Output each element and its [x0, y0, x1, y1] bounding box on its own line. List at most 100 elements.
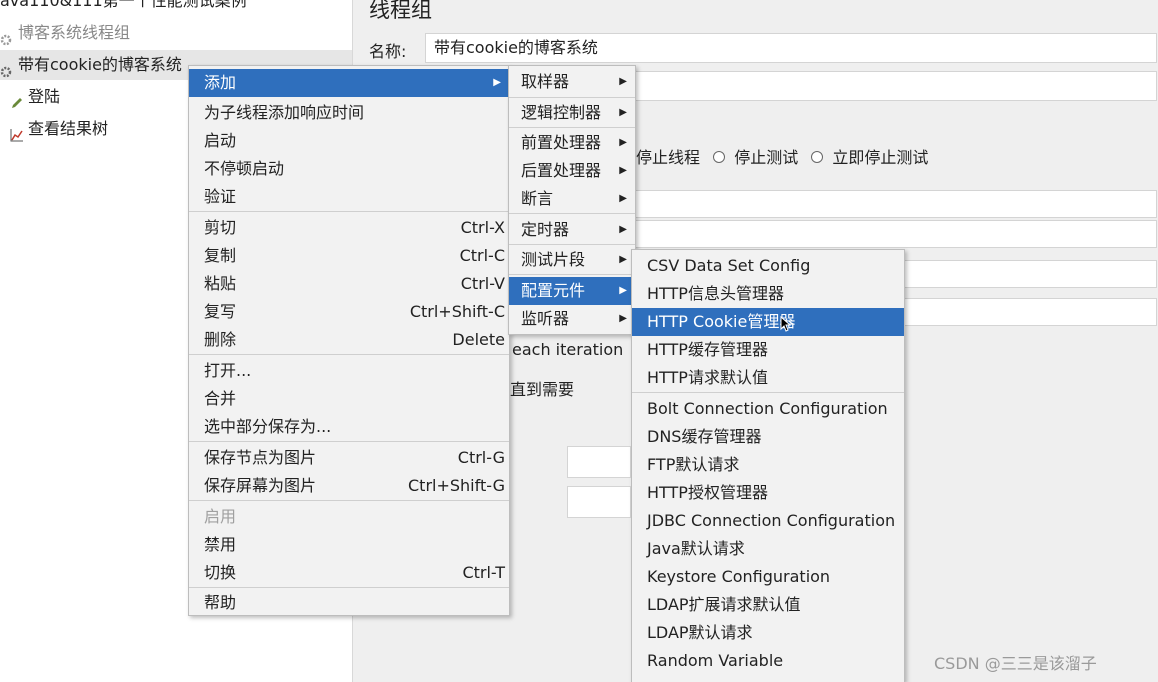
config-item-ldap-extended-defaults[interactable]: LDAP扩展请求默认值 [632, 591, 904, 619]
config-item-dns-cache-manager[interactable]: DNS缓存管理器 [632, 423, 904, 451]
menu-item-label: DNS缓存管理器 [647, 427, 762, 446]
menu-item-open[interactable]: 打开... [189, 357, 509, 385]
chevron-right-icon: ▶ [493, 77, 501, 88]
duration-field[interactable] [567, 446, 631, 478]
menu-item-label: HTTP请求默认值 [647, 368, 768, 387]
tree-item-blog-thread-group[interactable]: 博客系统线程组 [0, 18, 130, 48]
config-element-submenu: CSV Data Set Config HTTP信息头管理器 HTTP Cook… [631, 249, 905, 682]
menu-item-shortcut: Ctrl-T [462, 563, 505, 582]
chevron-right-icon: ▶ [619, 285, 627, 296]
menu-item-label: 前置处理器 [521, 133, 602, 152]
submenu-item-post-processor[interactable]: 后置处理器 ▶ [509, 157, 635, 185]
menu-item-duplicate[interactable]: 复写 Ctrl+Shift-C [189, 298, 509, 326]
menu-item-label: 启用 [204, 507, 237, 526]
menu-item-label: 添加 [204, 73, 237, 92]
menu-item-add-response-time[interactable]: 为子线程添加响应时间 [189, 99, 509, 127]
submenu-item-pre-processor[interactable]: 前置处理器 ▶ [509, 129, 635, 157]
menu-divider [189, 211, 509, 212]
config-item-http-cookie-manager[interactable]: HTTP Cookie管理器 [632, 308, 904, 336]
chart-icon [10, 122, 24, 142]
menu-item-label: 剪切 [204, 218, 237, 237]
tree-item-label: 登陆 [28, 87, 61, 106]
submenu-item-timer[interactable]: 定时器 ▶ [509, 216, 635, 244]
menu-item-help[interactable]: 帮助 [189, 589, 509, 617]
tree-item-login[interactable]: 登陆 [10, 82, 60, 112]
menu-item-shortcut: Ctrl+Shift-G [408, 476, 505, 495]
name-label: 名称: [369, 42, 407, 61]
chevron-right-icon: ▶ [619, 165, 627, 176]
menu-item-merge[interactable]: 合并 [189, 385, 509, 413]
stop-now-radio[interactable] [811, 151, 824, 163]
chevron-right-icon: ▶ [619, 313, 627, 324]
config-item-jdbc-connection[interactable]: JDBC Connection Configuration [632, 507, 904, 535]
menu-item-label: 定时器 [521, 220, 570, 239]
submenu-item-sampler[interactable]: 取样器 ▶ [509, 68, 635, 96]
menu-item-save-selection-as[interactable]: 选中部分保存为... [189, 413, 509, 441]
menu-item-toggle[interactable]: 切换 Ctrl-T [189, 559, 509, 587]
menu-item-copy[interactable]: 复制 Ctrl-C [189, 242, 509, 270]
menu-item-label: LDAP扩展请求默认值 [647, 595, 801, 614]
config-item-java-request-defaults[interactable]: Java默认请求 [632, 535, 904, 563]
stop-test-radio[interactable] [713, 151, 726, 163]
menu-item-label: Random Variable [647, 651, 784, 670]
menu-item-label: 复写 [204, 302, 237, 321]
config-item-random-variable[interactable]: Random Variable [632, 647, 904, 675]
menu-item-save-screen-image[interactable]: 保存屏幕为图片 Ctrl+Shift-G [189, 472, 509, 500]
menu-item-paste[interactable]: 粘贴 Ctrl-V [189, 270, 509, 298]
menu-item-disable[interactable]: 禁用 [189, 531, 509, 559]
menu-item-label: 取样器 [521, 72, 570, 91]
menu-item-label: 切换 [204, 563, 237, 582]
menu-item-label: 不停顿启动 [204, 159, 285, 178]
menu-item-label: 打开... [204, 361, 252, 380]
config-item-ftp-request-defaults[interactable]: FTP默认请求 [632, 451, 904, 479]
menu-item-delete[interactable]: 删除 Delete [189, 326, 509, 354]
config-item-keystore[interactable]: Keystore Configuration [632, 563, 904, 591]
submenu-item-assertion[interactable]: 断言 ▶ [509, 185, 635, 213]
page-title: 线程组 [369, 0, 432, 22]
menu-item-shortcut: Ctrl-C [459, 246, 505, 265]
menu-divider [509, 244, 635, 245]
menu-item-label: Java默认请求 [647, 539, 745, 558]
tree-item-test-case[interactable]: ava110&111第一个性能测试案例 [0, 0, 247, 16]
submenu-item-logic-controller[interactable]: 逻辑控制器 ▶ [509, 99, 635, 127]
chevron-right-icon: ▶ [619, 193, 627, 204]
menu-item-label: 逻辑控制器 [521, 103, 602, 122]
menu-item-label: 测试片段 [521, 250, 586, 269]
chevron-right-icon: ▶ [619, 137, 627, 148]
menu-divider [509, 97, 635, 98]
config-item-http-request-defaults[interactable]: HTTP请求默认值 [632, 364, 904, 392]
config-item-http-header-manager[interactable]: HTTP信息头管理器 [632, 280, 904, 308]
config-item-csv-data-set[interactable]: CSV Data Set Config [632, 252, 904, 280]
menu-item-label: 启动 [204, 131, 237, 150]
menu-item-label: HTTP缓存管理器 [647, 340, 768, 359]
menu-item-add[interactable]: 添加 ▶ [189, 69, 509, 97]
menu-item-label: 保存屏幕为图片 [204, 476, 317, 495]
menu-item-label: HTTP信息头管理器 [647, 284, 784, 303]
menu-item-cut[interactable]: 剪切 Ctrl-X [189, 214, 509, 242]
chevron-right-icon: ▶ [619, 254, 627, 265]
startup-delay-field[interactable] [567, 486, 631, 518]
submenu-item-listener[interactable]: 监听器 ▶ [509, 305, 635, 333]
watermark: CSDN @三三是该溜子 [934, 654, 1097, 673]
menu-item-validate[interactable]: 验证 [189, 183, 509, 211]
submenu-item-test-fragment[interactable]: 测试片段 ▶ [509, 246, 635, 274]
config-item-http-cache-manager[interactable]: HTTP缓存管理器 [632, 336, 904, 364]
each-iteration-label: each iteration [512, 340, 624, 359]
config-item-bolt-connection[interactable]: Bolt Connection Configuration [632, 395, 904, 423]
menu-item-save-node-image[interactable]: 保存节点为图片 Ctrl-G [189, 444, 509, 472]
menu-divider [189, 587, 509, 588]
menu-item-label: 断言 [521, 189, 554, 208]
menu-item-label: Bolt Connection Configuration [647, 399, 888, 418]
config-item-ldap-request-defaults[interactable]: LDAP默认请求 [632, 619, 904, 647]
config-item-http-authorization-manager[interactable]: HTTP授权管理器 [632, 479, 904, 507]
name-input[interactable]: 带有cookie的博客系统 [425, 33, 1157, 63]
submenu-item-config-element[interactable]: 配置元件 ▶ [509, 277, 635, 305]
name-input-value: 带有cookie的博客系统 [434, 38, 598, 57]
tree-item-result-tree[interactable]: 查看结果树 [10, 114, 108, 144]
menu-item-start[interactable]: 启动 [189, 127, 509, 155]
menu-item-label: LDAP默认请求 [647, 623, 753, 642]
menu-item-label: 验证 [204, 187, 237, 206]
menu-item-shortcut: Ctrl-X [460, 218, 505, 237]
menu-divider [632, 392, 904, 393]
menu-item-start-no-pause[interactable]: 不停顿启动 [189, 155, 509, 183]
